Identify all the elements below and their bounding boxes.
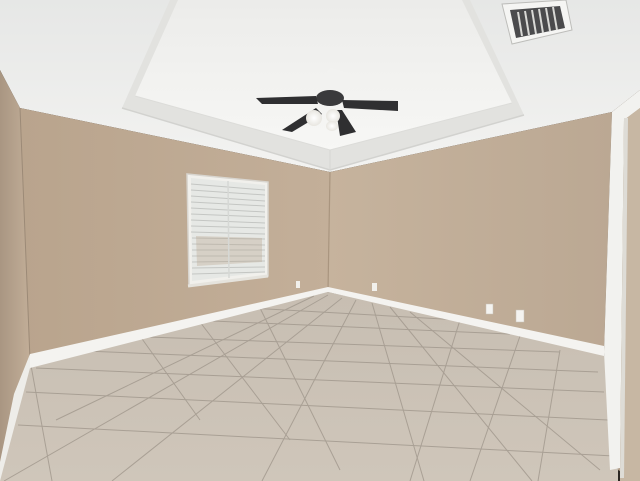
outlet — [296, 281, 300, 288]
room-photo — [0, 0, 640, 481]
window — [186, 173, 269, 288]
outlet — [485, 303, 494, 315]
outlet — [372, 283, 377, 291]
outlet — [515, 309, 525, 323]
room-scene — [0, 0, 640, 481]
